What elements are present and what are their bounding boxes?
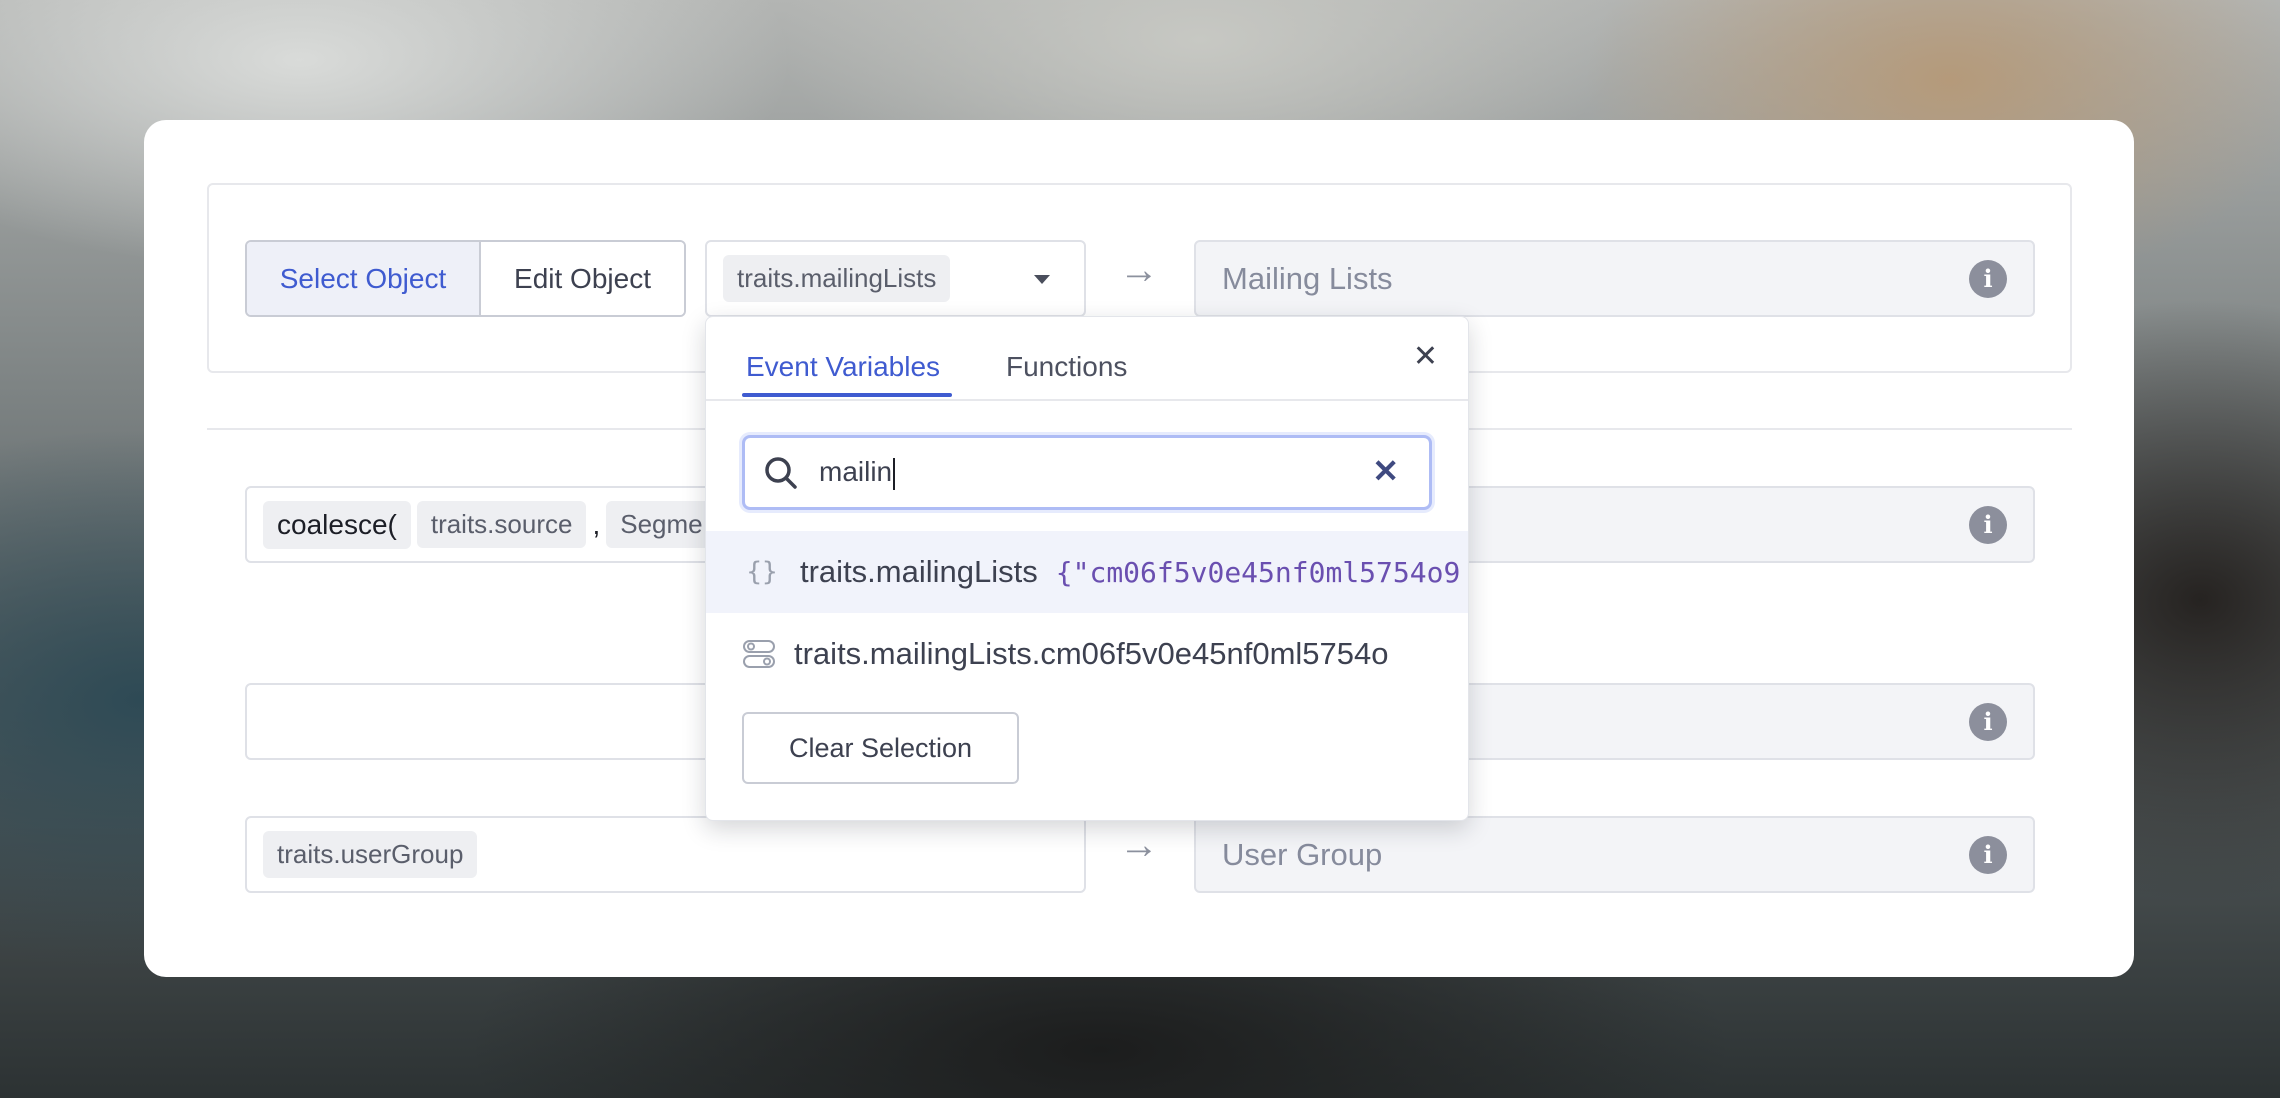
info-icon[interactable]: i bbox=[1969, 505, 2007, 544]
variable-chip: Segme bbox=[606, 501, 717, 548]
result-label: traits.mailingLists bbox=[800, 554, 1038, 589]
tab-event-variables[interactable]: Event Variables bbox=[746, 351, 940, 383]
edit-object-button[interactable]: Edit Object bbox=[481, 242, 684, 315]
search-input[interactable]: mailin ✕ bbox=[742, 435, 1432, 510]
chevron-down-icon[interactable] bbox=[1034, 275, 1050, 284]
clear-search-icon[interactable]: ✕ bbox=[1372, 452, 1399, 490]
close-icon[interactable]: ✕ bbox=[1413, 339, 1438, 374]
source-select-mailing-lists[interactable]: traits.mailingLists bbox=[705, 240, 1086, 317]
source-field-user-group[interactable]: traits.userGroup bbox=[245, 816, 1086, 893]
target-field-mailing-lists[interactable]: Mailing Lists i bbox=[1194, 240, 2035, 317]
text-cursor bbox=[893, 457, 896, 490]
active-tab-indicator bbox=[742, 393, 952, 397]
list-item[interactable]: traits.mailingLists.cm06f5v0e45nf0ml5754… bbox=[706, 613, 1468, 695]
list-item[interactable]: {} traits.mailingLists {"cm06f5v0e45nf0m… bbox=[706, 531, 1468, 613]
arrow-right-icon: → bbox=[1119, 248, 1159, 292]
variable-chip: traits.source bbox=[416, 501, 587, 548]
toggle-icon bbox=[743, 640, 775, 668]
info-icon[interactable]: i bbox=[1969, 835, 2007, 874]
variable-picker-popup: Event Variables Functions ✕ mailin ✕ {} … bbox=[705, 316, 1469, 821]
result-value: {"cm06f5v0e45nf0ml5754o9 bbox=[1055, 555, 1461, 589]
function-chip: coalesce( bbox=[263, 500, 411, 549]
search-value: mailin bbox=[819, 456, 896, 490]
search-icon bbox=[765, 457, 797, 489]
target-label: Mailing Lists bbox=[1222, 260, 1393, 296]
picker-tabs: Event Variables Functions ✕ bbox=[706, 317, 1468, 401]
target-label: User Group bbox=[1222, 836, 1383, 872]
object-mode-toggle: Select Object Edit Object bbox=[245, 240, 686, 317]
variable-chip: traits.userGroup bbox=[263, 831, 478, 878]
info-icon[interactable]: i bbox=[1969, 259, 2007, 298]
braces-icon: {} bbox=[746, 557, 778, 587]
arrow-right-icon: → bbox=[1119, 823, 1159, 867]
select-object-button[interactable]: Select Object bbox=[247, 242, 481, 315]
result-label: traits.mailingLists.cm06f5v0e45nf0ml5754… bbox=[794, 636, 1389, 671]
clear-selection-button[interactable]: Clear Selection bbox=[742, 712, 1019, 784]
comma-separator: , bbox=[592, 508, 601, 540]
info-icon[interactable]: i bbox=[1969, 702, 2007, 741]
target-field-user-group[interactable]: User Group i bbox=[1194, 816, 2035, 893]
tab-functions[interactable]: Functions bbox=[1006, 351, 1127, 383]
variable-chip: traits.mailingLists bbox=[723, 255, 951, 302]
